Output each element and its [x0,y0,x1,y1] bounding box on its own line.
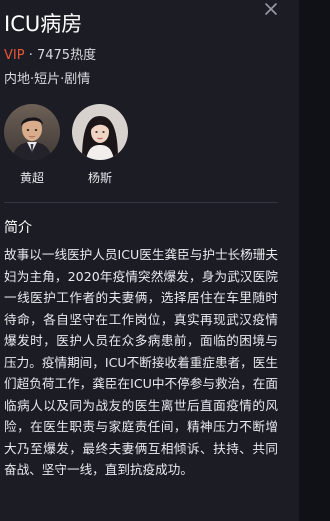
synopsis-heading: 简介 [4,220,32,236]
cast-member-2[interactable]: 杨斯 [70,104,130,186]
cast-name: 黄超 [19,171,44,185]
detail-panel: ICU病房 VIP · 7475热度 内地·短片·剧情 黄超 杨斯 简介 故事以… [0,0,299,521]
meta-line: VIP · 7475热度 [4,46,96,66]
show-title: ICU病房 [4,12,83,36]
actress-avatar-icon [72,104,128,160]
vip-badge: VIP [4,48,25,63]
cast-name: 杨斯 [87,171,112,185]
close-icon[interactable] [262,0,280,18]
cast-list: 黄超 杨斯 [0,104,299,188]
actor-avatar-icon [4,104,60,160]
section-divider [4,202,278,203]
cast-member-1[interactable]: 黄超 [2,104,62,186]
synopsis-text: 故事以一线医护人员ICU医生龚臣与护士长杨珊夫妇为主角，2020年疫情突然爆发，… [4,247,278,477]
side-gutter [299,0,330,521]
genre-line: 内地·短片·剧情 [4,72,91,87]
popularity-count: 7475热度 [36,48,97,63]
meta-separator: · [24,48,37,63]
